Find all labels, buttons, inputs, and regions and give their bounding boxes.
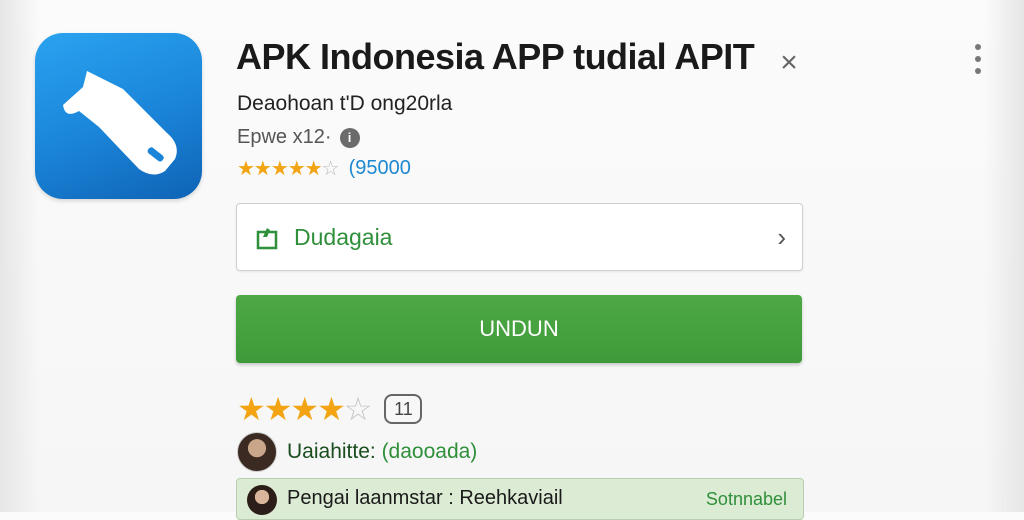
review-count-badge: 11 [384,394,423,424]
reviewer-detail: (daooada) [381,440,478,463]
info-icon[interactable]: i [339,127,360,148]
overflow-menu-icon[interactable] [968,40,988,80]
developer-name[interactable]: Deaohoan t'D ong20rla [237,92,452,116]
wrench-icon [63,71,177,175]
right-edge-shadow [984,0,1024,512]
reviewer-avatar [237,432,277,472]
rating-count[interactable]: (95000 [349,157,411,180]
highlight-text: Pengai laanmstar : Reehkaviail [287,487,563,509]
rating-stars[interactable]: ★★★★☆ [237,390,372,428]
reviewer-line: Uaiahitte: (daooada) [287,440,477,464]
category-icon [256,228,278,250]
rating-summary: ★★★★★☆ (95000 [237,156,411,181]
user-rating: ★★★★☆ 11 [237,390,423,428]
reviewer-name: Uaiahitte: [287,440,376,463]
install-button[interactable]: UNDUN [236,295,802,363]
app-title: APK Indonesia APP tudial APIT [236,36,755,77]
small-star-rating: ★★★★★☆ [237,158,340,180]
left-edge-shadow [0,0,40,512]
version-row: Epwe x12· i [237,126,360,149]
app-icon [35,33,202,199]
version-text: Epwe x12· [237,126,332,148]
highlight-tag[interactable]: Sotnnabel [706,489,787,510]
category-card[interactable]: Dudagaia › [236,203,803,271]
close-button[interactable]: × [774,48,804,78]
review-item[interactable]: Uaiahitte: (daooada) [237,432,477,472]
highlight-avatar [247,485,277,515]
category-label: Dudagaia [294,224,393,250]
highlighted-review[interactable]: Pengai laanmstar : Reehkaviail Sotnnabel [236,478,804,520]
chevron-right-icon: › [777,222,786,252]
